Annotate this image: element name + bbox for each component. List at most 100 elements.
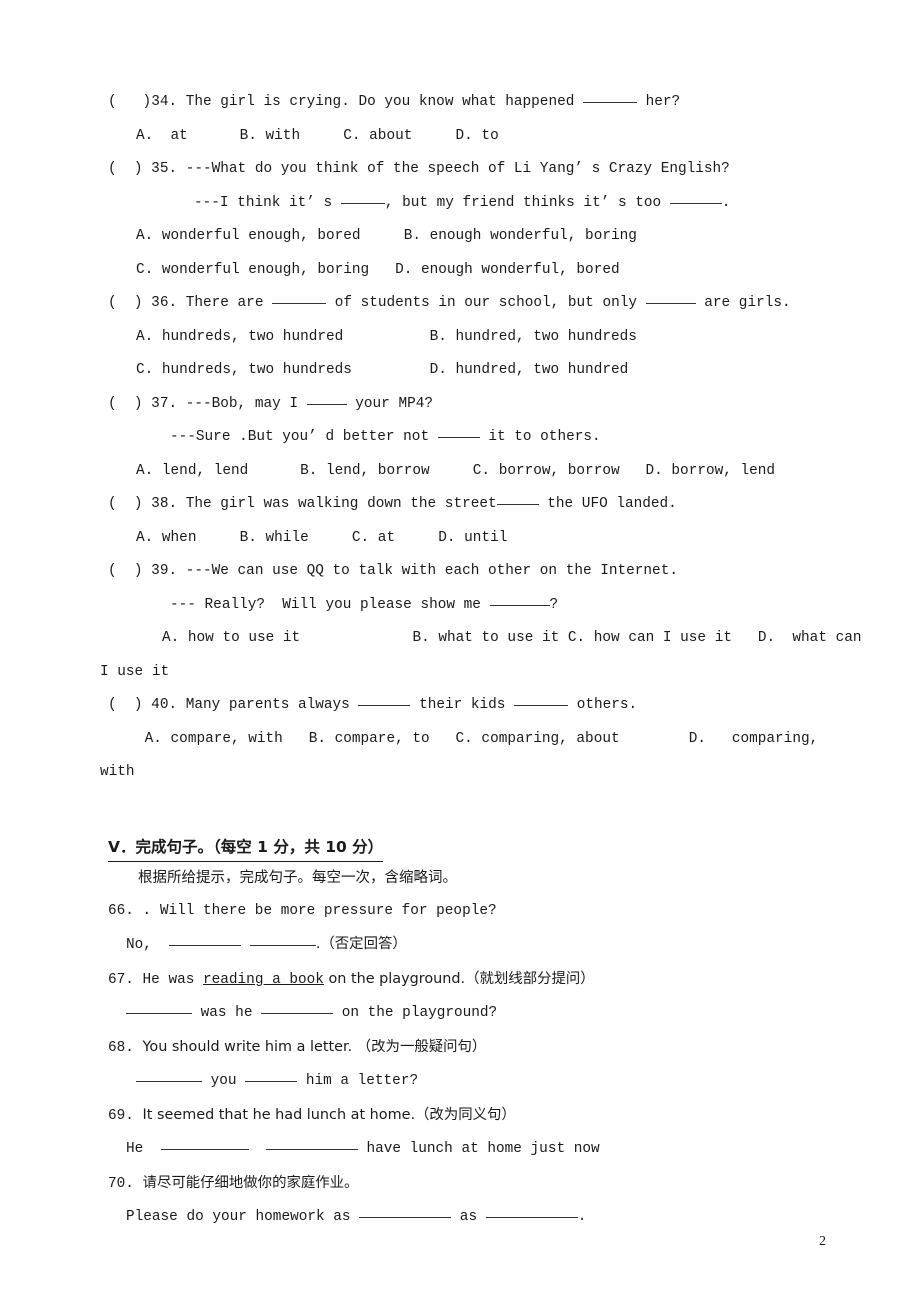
q36-blank-1 <box>272 291 327 304</box>
q38-text-after: the UFO landed. <box>538 496 677 512</box>
q37-blank-2 <box>437 425 480 438</box>
question-34-stem: ( )34. The girl is crying. Do you know w… <box>108 86 820 120</box>
question-35-options-cd: C. wonderful enough, boring D. enough wo… <box>136 261 620 278</box>
q39-number: 39. <box>142 563 178 579</box>
item-66-blank-2 <box>249 933 316 946</box>
q38-text-before: The girl was walking down the street <box>177 496 497 512</box>
item-67-stem: 67. He was reading a book on the playgro… <box>108 963 820 998</box>
q38-number: 38. <box>142 496 178 512</box>
q35-text: ---What do you think of the speech of Li… <box>177 161 730 177</box>
item-70-answer-prefix: Please do your homework as <box>126 1209 360 1225</box>
question-40-options: A. compare, with B. compare, to C. compa… <box>136 730 819 747</box>
q34-blank <box>583 90 637 103</box>
q35-reply-c: . <box>721 194 731 211</box>
q37-number: 37. <box>142 395 178 412</box>
q39-text: ---We can use QQ to talk with each other… <box>177 563 678 579</box>
item-70-text: 请尽可能仔细地做你的家庭作业。 <box>142 1174 359 1191</box>
question-38-stem: ( ) 38. The girl was walking down the st… <box>108 488 820 522</box>
item-68-number: 68. <box>108 1039 143 1056</box>
q37-reply-b: it to others. <box>479 429 601 445</box>
item-66-stem: 66. . Will there be more pressure for pe… <box>108 895 820 929</box>
item-67-number: 67. <box>108 971 143 988</box>
question-40-stem: ( ) 40. Many parents always their kids o… <box>108 689 820 723</box>
q40-blank-1 <box>358 693 411 706</box>
q37-bracket: ( ) <box>108 395 143 412</box>
q34-text-after: her? <box>637 94 681 110</box>
q40-text-mid: their kids <box>410 697 515 713</box>
q40-blank-2 <box>514 693 569 706</box>
q40-text-before: Many parents always <box>177 697 359 713</box>
q40-text-after: others. <box>568 697 638 713</box>
q39-blank <box>489 593 550 606</box>
item-66-answer: No, .（否定回答） <box>108 928 820 963</box>
section-v-instruction: 根据所给提示，完成句子。每空一次，含缩略词。 <box>138 869 457 886</box>
q34-bracket: ( ) <box>108 94 152 110</box>
question-39-stem: ( ) 39. ---We can use QQ to talk with ea… <box>108 555 820 589</box>
item-69-blank-2 <box>265 1137 358 1150</box>
question-37-options: A. lend, lend B. lend, borrow C. borrow,… <box>136 462 776 479</box>
item-66-blank-1 <box>169 933 242 946</box>
question-37-stem: ( ) 37. ---Bob, may I your MP4? <box>108 388 820 422</box>
item-70-number: 70. <box>108 1175 143 1192</box>
q35-number: 35. <box>142 161 178 177</box>
q36-text-mid: of students in our school, but only <box>326 295 646 311</box>
q35-bracket: ( ) <box>108 161 143 177</box>
q36-text-after: are girls. <box>695 295 791 311</box>
q38-blank <box>496 492 539 505</box>
item-70-blank-2 <box>485 1205 578 1218</box>
q37-text-before: ---Bob, may I <box>177 395 307 412</box>
item-69-text: It seemed that he had lunch at home.（改为同… <box>142 1106 516 1123</box>
q37-text-after: your MP4? <box>346 395 433 412</box>
q38-bracket: ( ) <box>108 496 143 512</box>
q37-reply-a: ---Sure .But you’ d better not <box>170 429 438 445</box>
item-69-answer: He have lunch at home just now <box>108 1133 820 1167</box>
q35-blank-2 <box>669 191 722 204</box>
item-69-number: 69. <box>108 1107 143 1124</box>
item-68-blank-2 <box>245 1069 298 1082</box>
page-content: ( )34. The girl is crying. Do you know w… <box>100 86 862 1235</box>
item-66-answer-middle <box>241 937 250 953</box>
question-36-stem: ( ) 36. There are of students in our sch… <box>108 287 820 321</box>
question-34-options: A. at B. with C. about D. to <box>136 127 499 144</box>
item-66-number: 66. <box>108 902 143 919</box>
item-70-answer-suffix: . <box>577 1209 587 1225</box>
q34-text-before: The girl is crying. Do you know what hap… <box>177 94 583 110</box>
exam-page: ( )34. The girl is crying. Do you know w… <box>0 0 920 1302</box>
question-35-reply: ---I think it’ s , but my friend thinks … <box>108 187 820 221</box>
item-68-answer-middle: you <box>202 1073 246 1089</box>
q37-blank-1 <box>306 392 347 405</box>
item-67-answer: was he on the playground? <box>108 997 820 1031</box>
item-70-stem: 70. 请尽可能仔细地做你的家庭作业。 <box>108 1167 820 1202</box>
q36-bracket: ( ) <box>108 295 143 311</box>
item-66-answer-prefix: No, <box>126 937 170 953</box>
question-38-options: A. when B. while C. at D. until <box>136 529 508 546</box>
item-67-answer-middle: was he <box>192 1005 262 1021</box>
q35-reply-b: , but my friend thinks it’ s too <box>384 194 670 211</box>
item-67-text-after: on the playground.（就划线部分提问） <box>323 970 595 987</box>
question-36-options-cd: C. hundreds, two hundreds D. hundred, tw… <box>136 362 629 378</box>
q36-text-before: There are <box>177 295 273 311</box>
item-67-blank-2 <box>261 1001 334 1014</box>
section-v-heading: Ⅴ．完成句子。（每空 1 分，共 10 分） <box>108 834 384 862</box>
question-36-options-ab: A. hundreds, two hundred B. hundred, two… <box>136 328 637 345</box>
question-40-options-overflow: with <box>100 764 135 780</box>
question-37-reply: ---Sure .But you’ d better not it to oth… <box>108 421 820 455</box>
item-70-answer: Please do your homework as as . <box>108 1201 820 1235</box>
item-67-underlined-phrase: reading a book <box>203 971 324 988</box>
item-69-blank-1 <box>160 1137 249 1150</box>
q35-reply-a: ---I think it’ s <box>194 194 341 211</box>
item-70-blank-1 <box>359 1205 452 1218</box>
item-67-text-before: He was <box>142 971 203 988</box>
item-69-answer-prefix: He <box>126 1141 161 1157</box>
item-68-answer-suffix: him a letter? <box>297 1073 419 1089</box>
item-68-answer: you him a letter? <box>108 1065 820 1099</box>
item-68-text: You should write him a letter. （改为一般疑问句） <box>142 1038 487 1055</box>
item-69-answer-suffix: have lunch at home just now <box>357 1141 600 1157</box>
item-69-stem: 69. It seemed that he had lunch at home.… <box>108 1099 820 1134</box>
question-35-stem: ( ) 35. ---What do you think of the spee… <box>108 153 820 187</box>
q39-reply-b: ? <box>549 596 559 613</box>
q36-blank-2 <box>645 291 696 304</box>
item-70-answer-middle: as <box>451 1209 486 1225</box>
q36-number: 36. <box>142 295 178 311</box>
